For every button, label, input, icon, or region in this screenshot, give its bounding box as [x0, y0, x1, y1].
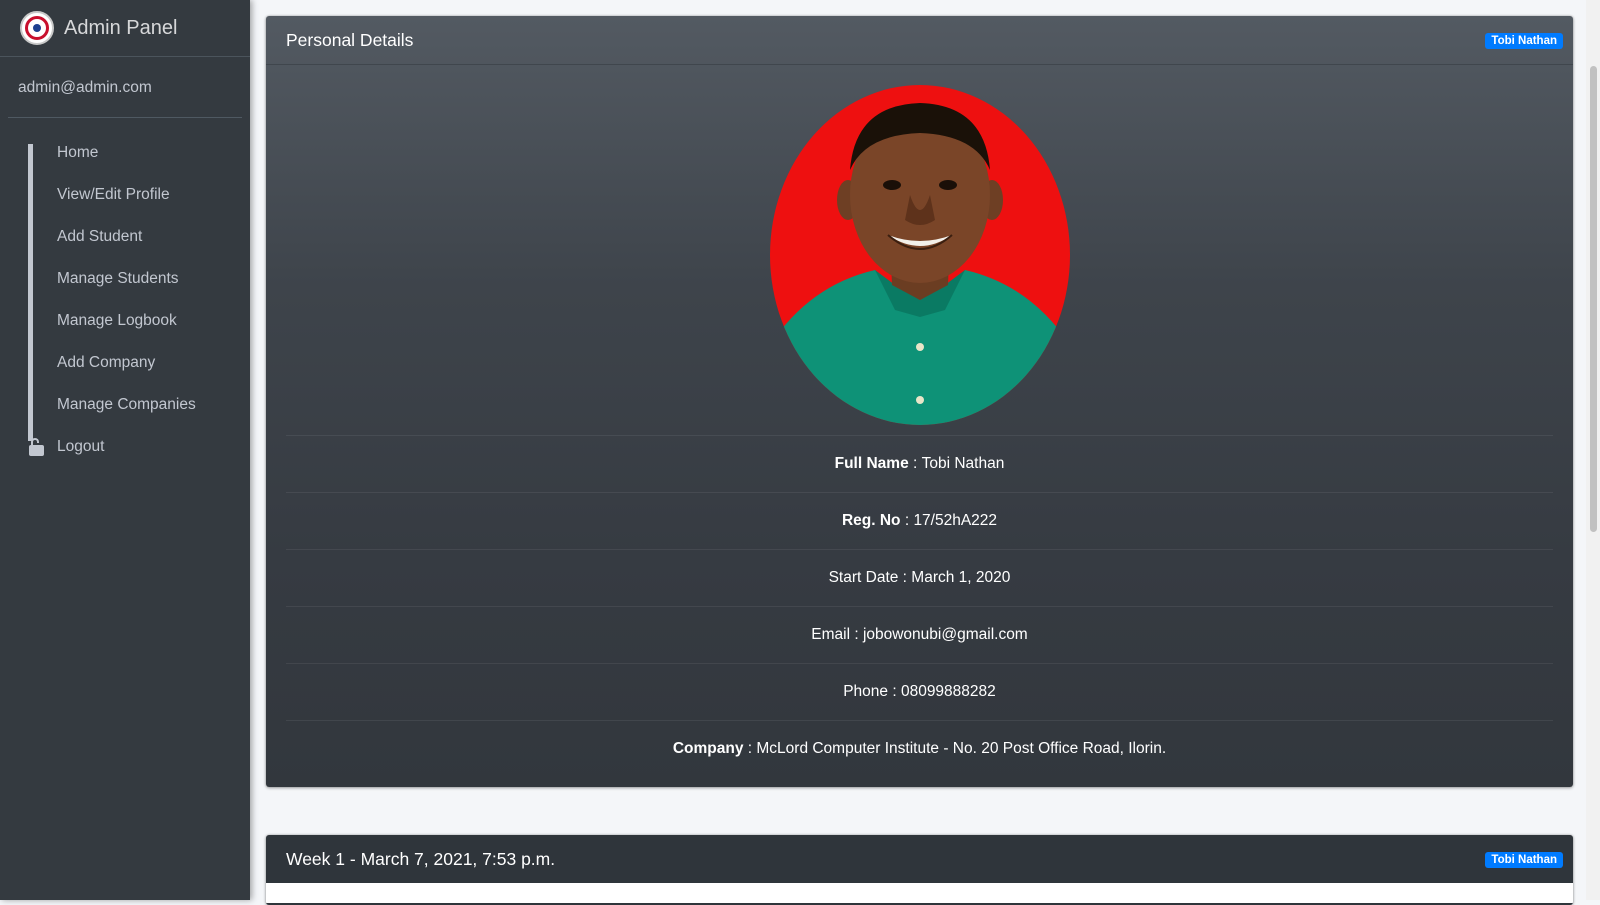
logbook-week-card: Week 1 - March 7, 2021, 7:53 p.m. Tobi N… — [266, 835, 1573, 905]
phone-row: Phone : 08099888282 — [286, 663, 1553, 720]
grid-icon — [28, 186, 46, 231]
sidebar-item-label: Add Student — [57, 228, 143, 245]
brand-link[interactable]: Admin Panel — [0, 0, 250, 57]
reg-no-value: 17/52hA222 — [913, 512, 998, 529]
sidebar-item-label: Home — [57, 144, 99, 161]
phone-value: 08099888282 — [900, 683, 996, 700]
details-list: Full Name : Tobi Nathan Reg. No : 17/52h… — [286, 435, 1553, 777]
reg-no-label: Reg. No — [841, 512, 901, 529]
start-date-row: Start Date : March 1, 2020 — [286, 549, 1553, 606]
company-label: Company — [672, 740, 744, 757]
logo-icon — [20, 11, 54, 45]
grid-icon — [28, 312, 46, 357]
start-date-label: Start Date — [828, 569, 899, 586]
user-email-label: admin@admin.com — [18, 79, 152, 96]
sidebar-item-label: Add Company — [57, 354, 156, 371]
email-row: Email : jobowonubi@gmail.com — [286, 606, 1553, 663]
week-title: Week 1 - March 7, 2021, 7:53 p.m. — [286, 848, 556, 869]
card-header: Personal Details Tobi Nathan — [266, 16, 1573, 65]
sidebar-item-manage-logbook[interactable]: Manage Logbook — [8, 300, 242, 357]
user-email[interactable]: admin@admin.com — [8, 57, 242, 118]
sidebar-item-manage-companies[interactable]: Manage Companies — [8, 384, 242, 441]
full-name-value: Tobi Nathan — [921, 455, 1005, 472]
grid-icon — [28, 144, 46, 189]
profile-photo-container — [266, 65, 1573, 435]
sidebar-item-logout[interactable]: Logout — [8, 426, 242, 468]
sidebar-item-manage-students[interactable]: Manage Students — [8, 258, 242, 315]
sidebar-item-home[interactable]: Home — [8, 132, 242, 189]
brand-title: Admin Panel — [64, 16, 178, 39]
scrollbar-thumb[interactable] — [1590, 66, 1597, 532]
sidebar-item-add-company[interactable]: Add Company — [8, 342, 242, 399]
full-name-label: Full Name — [834, 455, 909, 472]
sidebar-nav: Home View/Edit Profile Add Student Manag… — [0, 118, 250, 468]
sidebar: Admin Panel admin@admin.com Home View/Ed… — [0, 0, 250, 900]
grid-icon — [28, 270, 46, 315]
sidebar-item-label: Manage Logbook — [57, 312, 177, 329]
card-title: Personal Details — [286, 29, 414, 50]
unlock-icon — [28, 438, 46, 456]
week-card-body — [266, 883, 1573, 903]
start-date-value: March 1, 2020 — [911, 569, 1011, 586]
sidebar-item-label: View/Edit Profile — [57, 186, 170, 203]
phone-label: Phone — [843, 683, 889, 700]
page-scrollbar[interactable] — [1586, 0, 1600, 900]
profile-photo — [769, 85, 1070, 425]
student-name-badge: Tobi Nathan — [1485, 851, 1563, 868]
week-card-header: Week 1 - March 7, 2021, 7:53 p.m. Tobi N… — [266, 835, 1573, 883]
sidebar-item-label: Manage Students — [57, 270, 179, 287]
reg-no-row: Reg. No : 17/52hA222 — [286, 492, 1553, 549]
sidebar-item-label: Logout — [57, 438, 105, 455]
profile-photo-illustration — [769, 103, 1070, 425]
personal-details-card: Personal Details Tobi Nathan Full Name:… — [266, 16, 1573, 787]
company-row: Company : McLord Computer Institute - No… — [286, 720, 1553, 777]
grid-icon — [28, 228, 46, 273]
email-label: Email — [811, 626, 851, 643]
email-value: jobowonubi@gmail.com — [862, 626, 1028, 643]
sidebar-item-view-edit-profile[interactable]: View/Edit Profile — [8, 174, 242, 231]
grid-icon — [28, 396, 46, 441]
grid-icon — [28, 354, 46, 399]
sidebar-item-add-student[interactable]: Add Student — [8, 216, 242, 273]
sidebar-item-label: Manage Companies — [57, 396, 196, 413]
company-value: McLord Computer Institute - No. 20 Post … — [756, 740, 1167, 757]
full-name-row: Full Name : Tobi Nathan — [286, 435, 1553, 492]
student-name-badge: Tobi Nathan — [1485, 32, 1563, 49]
